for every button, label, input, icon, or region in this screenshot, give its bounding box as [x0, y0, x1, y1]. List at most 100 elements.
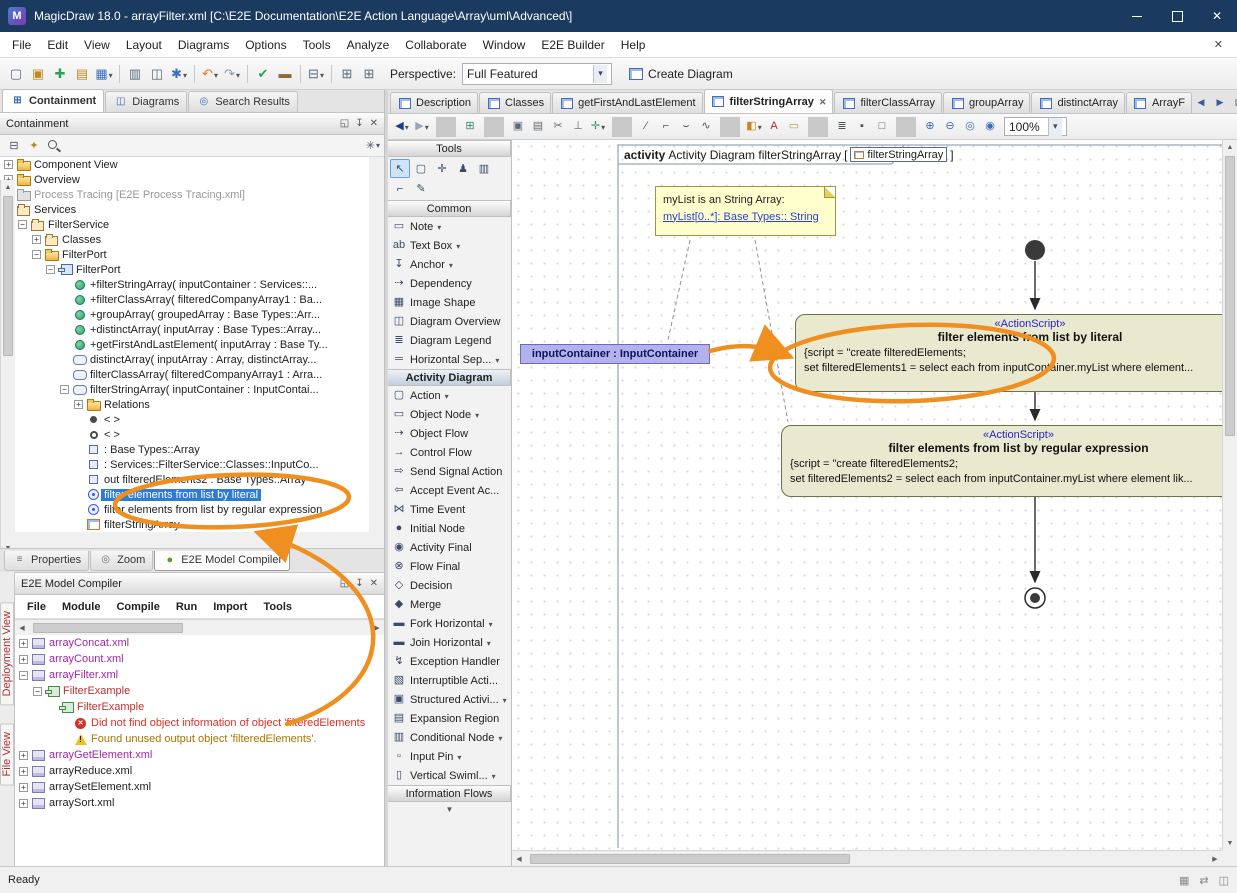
- menu-item[interactable]: Collaborate: [397, 34, 474, 56]
- containment-vscrollbar[interactable]: ▲ ▼: [0, 180, 15, 555]
- undo-icon[interactable]: ↶: [199, 62, 221, 86]
- new-project-icon[interactable]: ▢: [5, 62, 27, 86]
- scroll-down-icon[interactable]: ▼: [1223, 836, 1237, 850]
- tree-row[interactable]: +groupArray( groupedArray : Base Types::…: [0, 307, 369, 322]
- expander-icon[interactable]: −: [46, 265, 55, 274]
- selection-tool-icon[interactable]: ↖: [390, 159, 410, 178]
- palette-item[interactable]: ═ Horizontal Sep...: [388, 350, 511, 369]
- palette-item[interactable]: → Control Flow: [388, 443, 511, 462]
- compiler-hscrollbar[interactable]: ◀ ▶: [15, 619, 384, 635]
- bottom-tab[interactable]: Properties: [4, 551, 89, 571]
- chevron-down-icon[interactable]: [475, 409, 479, 421]
- tree-row[interactable]: − Services: [0, 202, 369, 217]
- menu-item[interactable]: Help: [613, 34, 654, 56]
- chevron-down-icon[interactable]: [495, 354, 499, 366]
- perspective-select[interactable]: Full Featured: [462, 63, 612, 85]
- expander-icon[interactable]: +: [19, 751, 28, 760]
- scroll-up-icon[interactable]: ▲: [1, 180, 15, 194]
- align-icon[interactable]: ≣: [832, 117, 852, 137]
- diagram-tab[interactable]: filterClassArray: [834, 92, 942, 113]
- fill-color-icon[interactable]: ◧: [744, 117, 764, 137]
- menu-item[interactable]: Layout: [118, 34, 170, 56]
- note-tool-icon[interactable]: ▭: [784, 117, 804, 137]
- palette-section-common[interactable]: Common: [388, 200, 511, 217]
- tree-row[interactable]: +filterStringArray( inputContainer : Ser…: [0, 277, 369, 292]
- rounded-path-icon[interactable]: ⌣: [676, 117, 696, 137]
- diagram-canvas[interactable]: activity Activity Diagram filterStringAr…: [512, 140, 1222, 850]
- palette-item[interactable]: ↯ Exception Handler: [388, 652, 511, 671]
- print-icon[interactable]: ▥: [124, 62, 146, 86]
- chevron-down-icon[interactable]: [456, 240, 460, 252]
- notification-icon[interactable]: [1219, 874, 1229, 887]
- pan-tool-icon[interactable]: ✛: [432, 159, 452, 178]
- palette-item[interactable]: ab Text Box: [388, 236, 511, 255]
- expander-icon[interactable]: +: [74, 400, 83, 409]
- palette-section-tools[interactable]: Tools: [388, 140, 511, 157]
- zoom-in-icon[interactable]: ⊕: [920, 117, 940, 137]
- canvas-vscrollbar[interactable]: ▲ ▼: [1222, 140, 1237, 850]
- swimlane-tool-icon[interactable]: ▥: [474, 159, 494, 178]
- diagram-tab[interactable]: groupArray: [943, 92, 1030, 113]
- oblique-path-icon[interactable]: ∕: [636, 117, 656, 137]
- memory-monitor-icon[interactable]: [1179, 874, 1189, 887]
- menubar-close-icon[interactable]: [1214, 38, 1223, 51]
- scroll-up-icon[interactable]: ▲: [1223, 140, 1237, 154]
- browser-tab[interactable]: Search Results: [188, 91, 298, 112]
- side-tab[interactable]: Deployment View: [0, 602, 14, 705]
- tree-row[interactable]: < >: [0, 427, 369, 442]
- palette-section-information-flows[interactable]: Information Flows: [388, 785, 511, 802]
- zoom-out-icon[interactable]: ⊖: [940, 117, 960, 137]
- expander-icon[interactable]: +: [32, 235, 41, 244]
- tree-row[interactable]: distinctArray( inputArray : Array, disti…: [0, 352, 369, 367]
- bottom-tab[interactable]: Zoom: [90, 551, 153, 571]
- tree-row[interactable]: + arrayGetElement.xml: [15, 747, 384, 763]
- compiler-menu-item[interactable]: Compile: [108, 598, 167, 616]
- tree-row[interactable]: < >: [0, 412, 369, 427]
- tree-row[interactable]: + arrayConcat.xml: [15, 635, 384, 651]
- diagram-tab[interactable]: ArrayF: [1126, 92, 1192, 113]
- tree-row[interactable]: +getFirstAndLastElement( inputArray : Ba…: [0, 337, 369, 352]
- tree-row[interactable]: filter elements from list by regular exp…: [0, 502, 369, 517]
- palette-item[interactable]: ↧ Anchor: [388, 255, 511, 274]
- chevron-down-icon[interactable]: [437, 221, 441, 233]
- palette-item[interactable]: ▣ Structured Activi...: [388, 690, 511, 709]
- forward-icon[interactable]: ▶: [412, 117, 432, 137]
- scrollbar-thumb[interactable]: [3, 196, 13, 356]
- palette-item[interactable]: ▦ Image Shape: [388, 293, 511, 312]
- expander-icon[interactable]: −: [19, 671, 28, 680]
- compiler-menu-item[interactable]: Import: [205, 598, 255, 616]
- tree-row[interactable]: : Base Types::Array: [0, 442, 369, 457]
- tree-row[interactable]: out filteredElements2 : Base Types::Arra…: [0, 472, 369, 487]
- rectilinear-path-icon[interactable]: ⌐: [656, 117, 676, 137]
- menu-item[interactable]: Options: [237, 34, 294, 56]
- side-tab[interactable]: File View: [0, 723, 14, 785]
- browser-tab[interactable]: Diagrams: [105, 91, 187, 112]
- scrollbar-thumb[interactable]: [530, 854, 850, 864]
- menu-item[interactable]: E2E Builder: [533, 34, 612, 56]
- add-element-icon[interactable]: ✚: [49, 62, 71, 86]
- note-link[interactable]: myList[0..*]: Base Types:: String: [663, 209, 828, 226]
- resize-icon[interactable]: □: [872, 117, 892, 137]
- tree-row[interactable]: +distinctArray( inputArray : Base Types:…: [0, 322, 369, 337]
- tree-row[interactable]: − FilterPort: [0, 247, 369, 262]
- tree-row[interactable]: Did not find object information of objec…: [15, 715, 384, 731]
- note-shape[interactable]: myList is an String Array: myList[0..*]:…: [655, 186, 836, 236]
- search-button[interactable]: [44, 137, 64, 155]
- expander-icon[interactable]: +: [19, 799, 28, 808]
- palette-item[interactable]: ≣ Diagram Legend: [388, 331, 511, 350]
- open-folder-icon[interactable]: ▤: [71, 62, 93, 86]
- add-shape-icon[interactable]: ✛: [588, 117, 608, 137]
- expander-icon[interactable]: −: [33, 687, 42, 696]
- palette-item[interactable]: ▢ Action: [388, 386, 511, 405]
- back-icon[interactable]: ◀: [392, 117, 412, 137]
- pencil-tool-icon[interactable]: ✎: [411, 179, 431, 198]
- quick-layout-icon[interactable]: ⊥: [568, 117, 588, 137]
- tree-row[interactable]: + Relations: [0, 397, 369, 412]
- chevron-down-icon[interactable]: [503, 694, 507, 706]
- tree-row[interactable]: + arrayReduce.xml: [15, 763, 384, 779]
- palette-item[interactable]: ⇦ Accept Event Ac...: [388, 481, 511, 500]
- chevron-down-icon[interactable]: [487, 637, 491, 649]
- menu-item[interactable]: Tools: [295, 34, 339, 56]
- compiler-menu-item[interactable]: File: [19, 598, 54, 616]
- paste-icon[interactable]: ▤: [528, 117, 548, 137]
